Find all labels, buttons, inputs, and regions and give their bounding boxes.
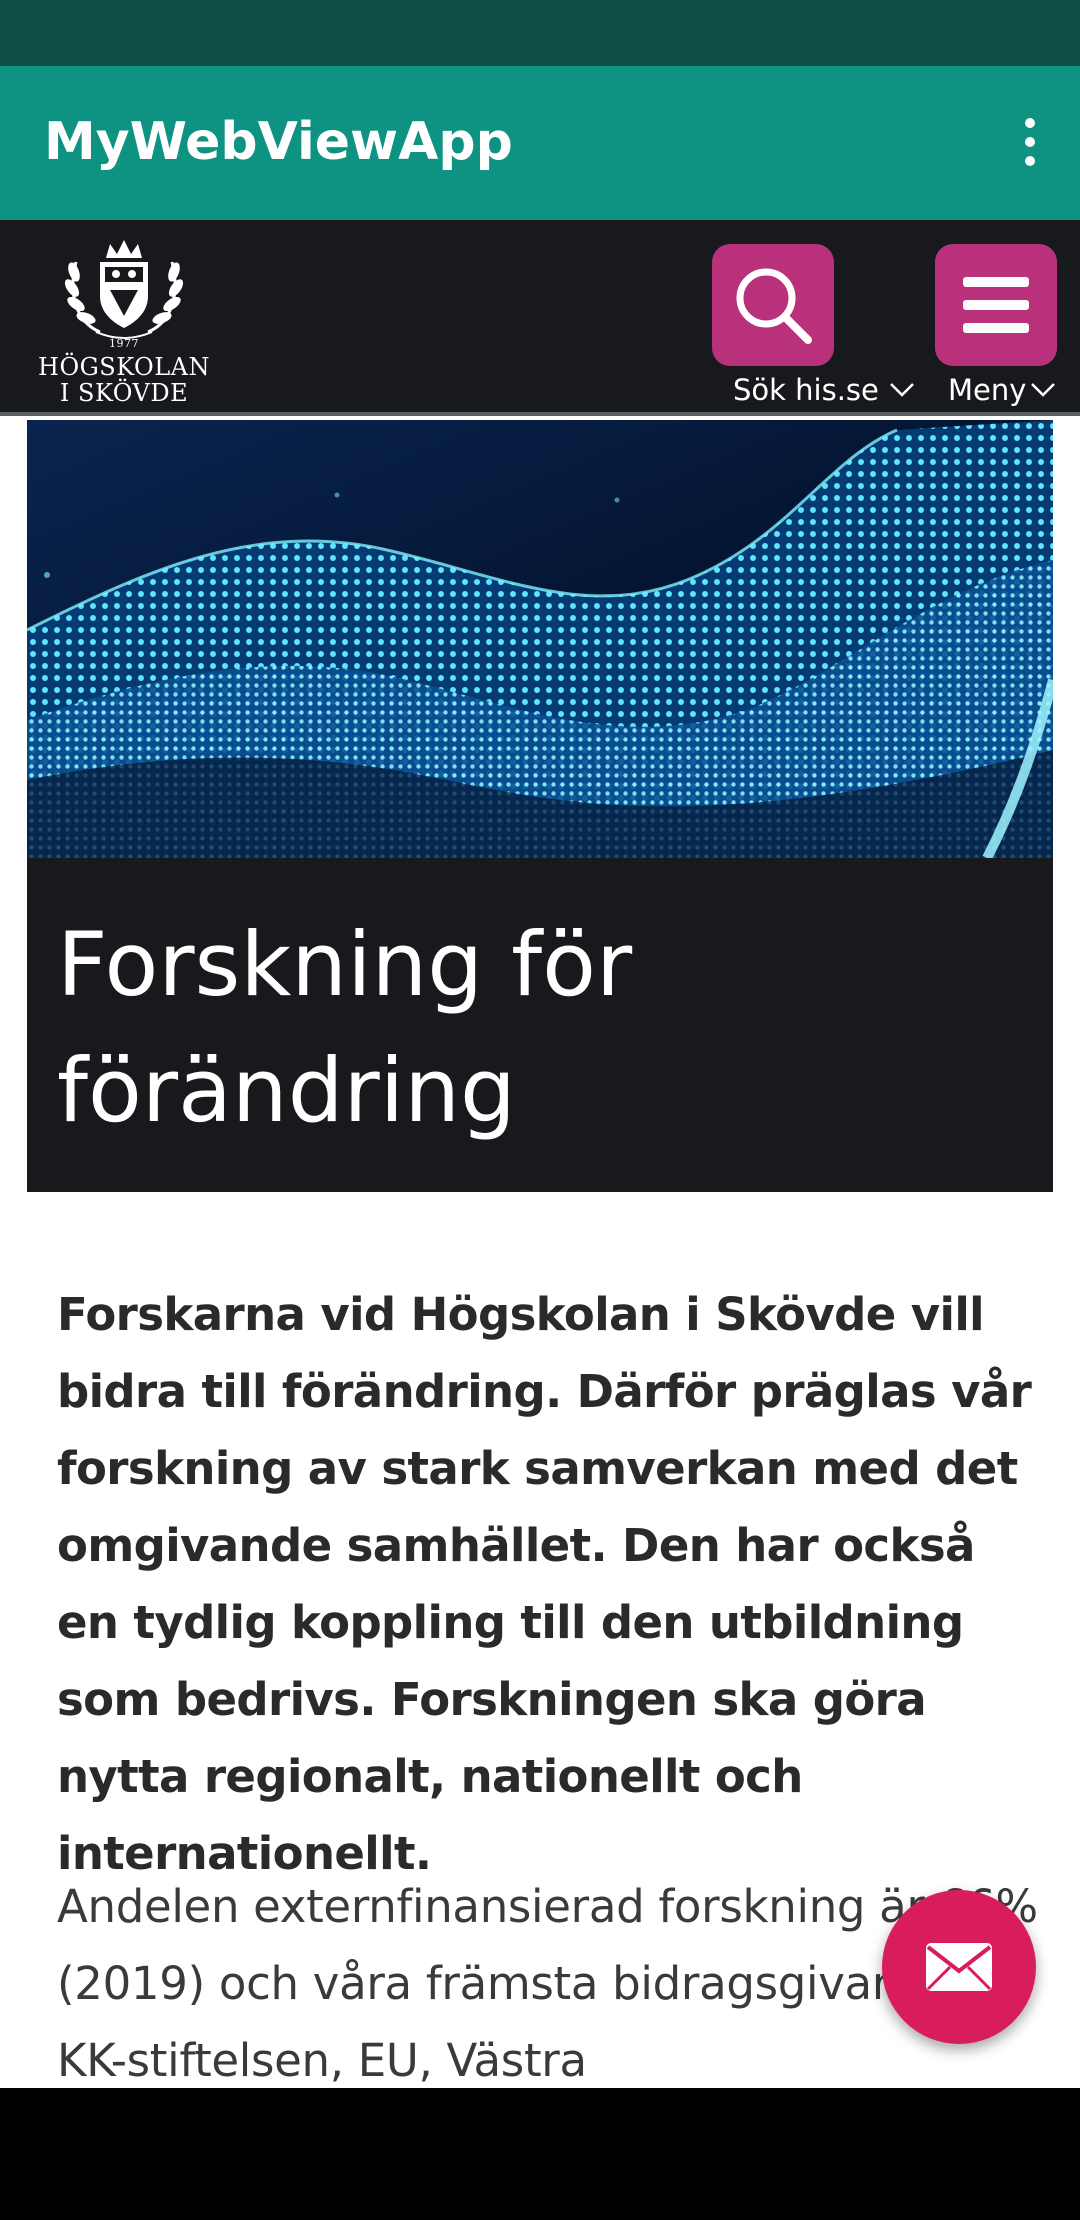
search-toggle[interactable]: Sök his.se <box>733 372 915 408</box>
app-bar: MyWebViewApp <box>0 66 1080 220</box>
chevron-down-icon <box>890 383 914 397</box>
university-logo[interactable]: 1977 HÖGSKOLAN I SKÖVDE <box>38 232 210 406</box>
status-bar <box>0 0 1080 66</box>
menu-button[interactable] <box>935 244 1057 366</box>
search-button[interactable] <box>712 244 834 366</box>
menu-toggle[interactable]: Meny <box>948 372 1056 408</box>
menu-dot <box>1025 118 1035 128</box>
more-vert-icon[interactable] <box>1000 110 1060 174</box>
page-title: Forskning för förändring <box>57 913 633 1142</box>
title-panel: Forskning för förändring <box>27 858 1053 1192</box>
digital-wave-image <box>27 420 1053 858</box>
envelope-icon <box>926 1943 992 1991</box>
lead-paragraph: Forskarna vid Högskolan i Skövde vill bi… <box>57 1288 1032 1880</box>
system-navigation-bar <box>0 2088 1080 2220</box>
crest-icon <box>64 240 184 339</box>
menu-label: Meny <box>948 373 1027 407</box>
screen: MyWebViewApp 1977 HÖGSKOLAN I SKÖVDE Sök… <box>0 0 1080 2220</box>
hamburger-icon <box>963 277 1029 333</box>
chevron-down-icon <box>1031 383 1056 397</box>
site-header: 1977 HÖGSKOLAN I SKÖVDE Sök his.se Meny <box>0 220 1080 416</box>
menu-dot <box>1025 137 1035 147</box>
menu-dot <box>1025 156 1035 166</box>
search-icon <box>736 268 812 344</box>
hero-image <box>27 420 1053 858</box>
contact-fab-button[interactable] <box>882 1890 1036 2044</box>
app-title: MyWebViewApp <box>44 112 513 172</box>
logo-year: 1977 <box>109 337 139 350</box>
logo-line-2: I SKÖVDE <box>59 379 189 407</box>
logo-line-1: HÖGSKOLAN <box>38 353 210 381</box>
search-label: Sök his.se <box>733 373 879 407</box>
